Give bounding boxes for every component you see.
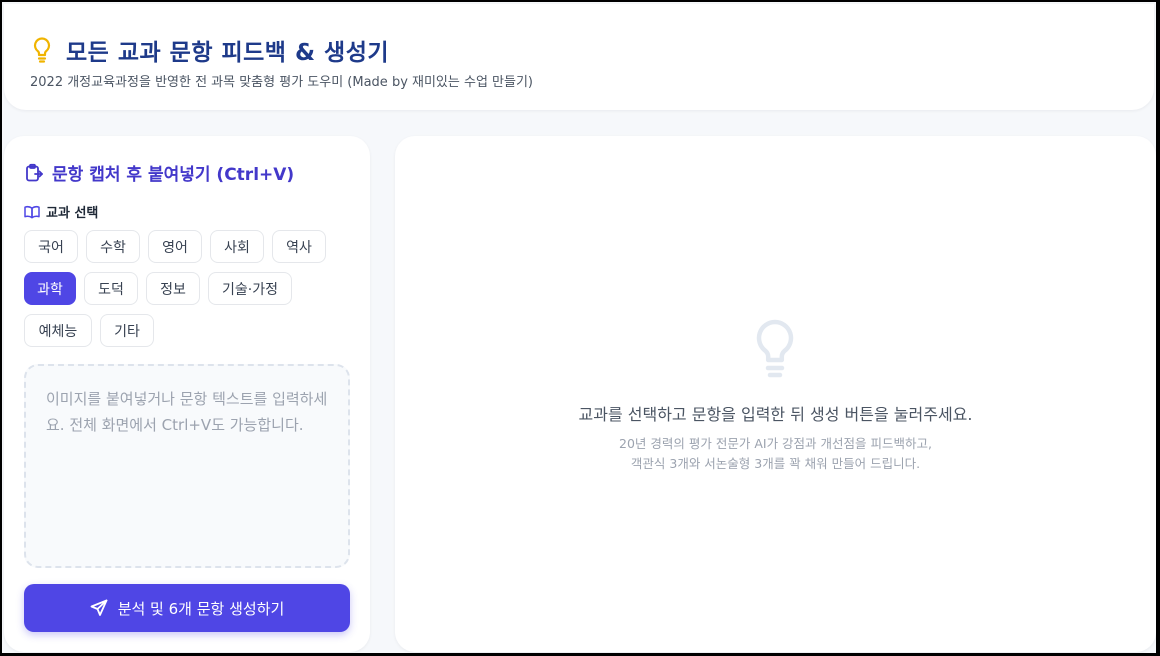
empty-state-line-1: 20년 경력의 평가 전문가 AI가 강점과 개선점을 피드백하고, — [619, 436, 932, 451]
subject-chip-social[interactable]: 사회 — [210, 230, 264, 263]
generate-button-label: 분석 및 6개 문항 생성하기 — [117, 599, 285, 618]
page-title: 모든 교과 문항 피드백 & 생성기 — [66, 40, 390, 66]
subject-label-text: 교과 선택 — [46, 206, 99, 221]
subject-chip-math[interactable]: 수학 — [86, 230, 140, 263]
subject-chip-ethics[interactable]: 도덕 — [84, 272, 138, 305]
subject-chip-english[interactable]: 영어 — [148, 230, 202, 263]
panel-title: 문항 캡처 후 붙여넣기 (Ctrl+V) — [24, 160, 294, 185]
subject-chip-korean[interactable]: 국어 — [24, 230, 78, 263]
subject-label: 교과 선택 — [24, 202, 98, 221]
page-header: 모든 교과 문항 피드백 & 생성기 2022 개정교육과정을 반영한 전 과목… — [4, 4, 1154, 110]
subject-chip-informatics[interactable]: 정보 — [146, 272, 200, 305]
page-subtitle: 2022 개정교육과정을 반영한 전 과목 맞춤형 평가 도우미 (Made b… — [30, 75, 533, 90]
subject-chip-tech-home[interactable]: 기술·가정 — [208, 272, 292, 305]
empty-state-description: 20년 경력의 평가 전문가 AI가 강점과 개선점을 피드백하고, 객관식 3… — [395, 434, 1156, 474]
lightbulb-icon — [756, 319, 794, 378]
lightbulb-icon — [33, 37, 51, 63]
panel-title-text: 문항 캡처 후 붙여넣기 (Ctrl+V) — [52, 165, 295, 185]
clipboard-paste-icon — [26, 163, 43, 181]
subject-chip-other[interactable]: 기타 — [100, 314, 154, 347]
generate-button[interactable]: 분석 및 6개 문항 생성하기 — [24, 584, 350, 632]
app-window: 모든 교과 문항 피드백 & 생성기 2022 개정교육과정을 반영한 전 과목… — [2, 2, 1156, 653]
subject-chip-science[interactable]: 과학 — [24, 272, 76, 305]
subject-chip-arts-pe[interactable]: 예체능 — [24, 314, 92, 347]
result-panel: 교과를 선택하고 문항을 입력한 뒤 생성 버튼을 눌러주세요. 20년 경력의… — [395, 136, 1156, 652]
empty-state-message: 교과를 선택하고 문항을 입력한 뒤 생성 버튼을 눌러주세요. — [578, 405, 973, 424]
empty-state-line-2: 객관식 3개와 서논술형 3개를 꽉 채워 만들어 드립니다. — [630, 456, 921, 471]
send-icon — [90, 599, 108, 616]
input-panel: 문항 캡처 후 붙여넣기 (Ctrl+V) 교과 선택 국어 수학 영어 사회 … — [4, 136, 370, 652]
subject-chip-history[interactable]: 역사 — [272, 230, 326, 263]
book-open-icon — [24, 205, 40, 218]
question-input-area[interactable]: 이미지를 붙여넣거나 문항 텍스트를 입력하세요. 전체 화면에서 Ctrl+V… — [24, 364, 350, 568]
title-row: 모든 교과 문항 피드백 & 생성기 — [30, 33, 389, 67]
